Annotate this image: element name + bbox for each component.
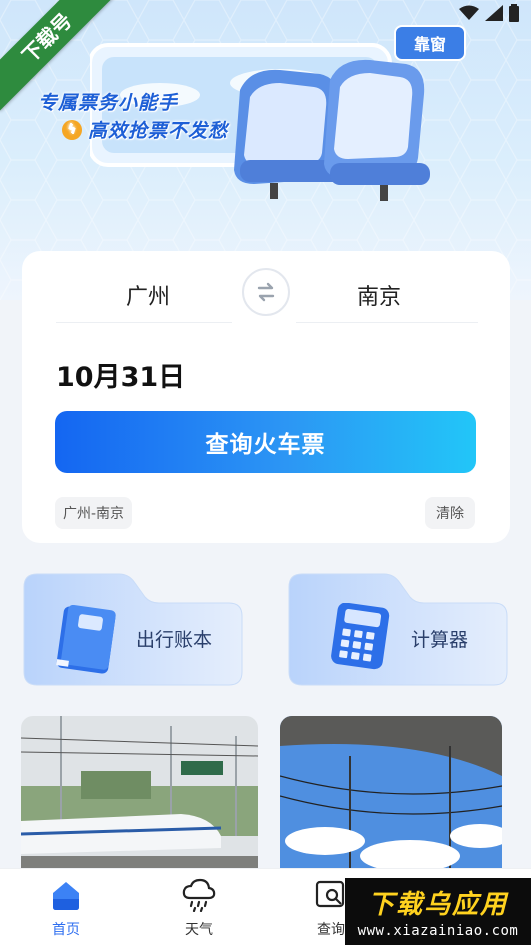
hero-subline: ϟ 高效抢票不发愁 [62, 116, 228, 143]
to-city[interactable]: 南京 [357, 279, 401, 311]
from-city-underline [56, 322, 232, 323]
watermark-url: www.xiazainiao.com [357, 923, 519, 939]
swap-icon [257, 282, 275, 302]
tab-home-label: 首页 [52, 922, 80, 938]
watermark-logo: 下载乌应用 www.xiazainiao.com [345, 878, 531, 945]
from-city[interactable]: 广州 [126, 279, 170, 311]
folder-card-bg [288, 573, 508, 686]
weather-icon [182, 878, 216, 912]
status-bar-icons [459, 4, 519, 22]
home-icon [53, 882, 79, 910]
to-city-underline [296, 322, 478, 323]
calculator-card[interactable]: 计算器 [288, 573, 508, 686]
calculator-label: 计算器 [411, 629, 469, 651]
sky-photo[interactable] [280, 716, 502, 886]
watermark-title: 下载乌应用 [367, 890, 508, 920]
tab-weather[interactable]: 天气 [154, 869, 244, 946]
clear-history-button[interactable]: 清除 [425, 497, 475, 529]
wifi-icon [459, 5, 479, 20]
tab-weather-label: 天气 [185, 922, 213, 938]
bullet-train-image [21, 716, 258, 886]
swap-cities-button[interactable] [242, 268, 290, 316]
hero-headline: 专属票务小能手 [38, 92, 179, 114]
query-train-ticket-button[interactable]: 查询火车票 [55, 411, 476, 473]
ticket-search-card: 广州 南京 10月31日 查询火车票 广州-南京 清除 [22, 251, 510, 543]
tab-home[interactable]: 首页 [21, 869, 111, 946]
battery-icon [509, 4, 519, 22]
travel-ledger-card[interactable]: 出行账本 [23, 573, 243, 686]
travel-ledger-label: 出行账本 [136, 629, 213, 651]
search-history-chip[interactable]: 广州-南京 [55, 497, 133, 529]
calculator-icon [331, 603, 390, 670]
signal-icon [485, 5, 503, 21]
search-doc-icon [315, 880, 345, 908]
window-seat-badge: 靠窗 [394, 25, 466, 61]
travel-date[interactable]: 10月31日 [56, 355, 185, 394]
hero-subline-text: 高效抢票不发愁 [88, 120, 229, 142]
platform-sky-image [280, 716, 502, 886]
notebook-icon [56, 605, 116, 674]
lightning-icon: ϟ [62, 119, 82, 140]
train-photo[interactable] [21, 716, 258, 886]
